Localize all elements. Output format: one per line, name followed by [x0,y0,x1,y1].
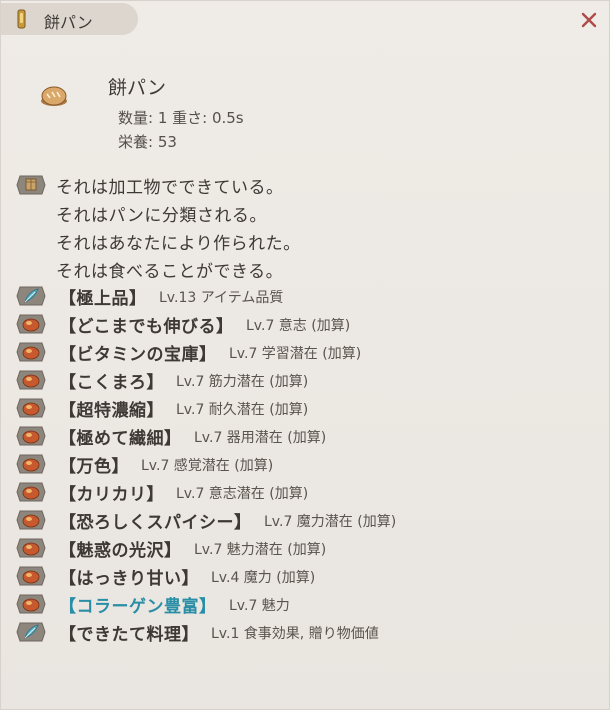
enchant-detail: Lv.1 食事効果, 贈り物価値 [211,626,379,642]
enchant-name: 【はっきり甘い】 [59,569,199,589]
enchant-name: 【極上品】 [59,289,147,309]
cooked-food-icon [16,594,46,614]
enchant-detail: Lv.7 感覚潜在 (加算) [141,458,274,474]
enchant-name: 【コラーゲン豊富】 [59,597,217,617]
enchant-detail: Lv.7 魔力潜在 (加算) [264,514,397,530]
description-line: それは食べることができる。 [56,262,284,282]
cooked-food-icon [16,342,46,362]
enchant-detail: Lv.7 魅力 [229,598,290,614]
feather-icon [16,286,46,306]
close-button[interactable] [578,9,600,31]
item-name: 餅パン [108,77,166,99]
feather-icon [16,622,46,642]
item-nutrition: 栄養: 53 [118,133,177,151]
item-quantity-weight: 数量: 1 重さ: 0.5s [118,109,244,127]
enchant-detail: Lv.7 学習潜在 (加算) [229,346,362,362]
enchant-detail: Lv.4 魔力 (加算) [211,570,316,586]
cooked-food-icon [16,566,46,586]
bread-icon [41,86,67,106]
cooked-food-icon [16,314,46,334]
enchant-detail: Lv.7 魅力潜在 (加算) [194,542,327,558]
enchant-detail: Lv.7 意志潜在 (加算) [176,486,309,502]
description-line: それは加工物でできている。 [56,178,284,198]
description-line: それはパンに分類される。 [56,206,267,226]
enchant-name: 【魅惑の光沢】 [59,541,182,561]
enchant-name: 【恐ろしくスパイシー】 [59,513,252,533]
enchant-name: 【ビタミンの宝庫】 [59,345,217,365]
enchant-name: 【超特濃縮】 [59,401,164,421]
window-title-tab: 餅パン [0,3,138,35]
enchant-name: 【カリカリ】 [59,485,164,505]
enchant-name: 【万色】 [59,457,129,477]
enchant-detail: Lv.7 筋力潜在 (加算) [176,374,309,390]
description-line: それはあなたにより作られた。 [56,234,301,254]
enchant-name: 【極めて繊細】 [59,429,182,449]
crate-icon [16,175,46,195]
enchant-name: 【どこまでも伸びる】 [59,317,234,337]
gem-icon [17,9,26,29]
enchant-name: 【こくまろ】 [59,373,164,393]
cooked-food-icon [16,398,46,418]
cooked-food-icon [16,426,46,446]
close-icon [581,12,597,28]
enchant-detail: Lv.7 意志 (加算) [246,318,351,334]
enchant-detail: Lv.7 耐久潜在 (加算) [176,402,309,418]
window-title: 餅パン [44,13,93,32]
cooked-food-icon [16,370,46,390]
cooked-food-icon [16,510,46,530]
enchant-name: 【できたて料理】 [59,625,199,645]
cooked-food-icon [16,538,46,558]
enchant-detail: Lv.13 アイテム品質 [159,290,284,306]
cooked-food-icon [16,454,46,474]
cooked-food-icon [16,482,46,502]
item-info-window: 餅パン 餅パン 数量: 1 重さ: 0.5s 栄養: 53 それは加工物でできて… [0,0,610,710]
enchant-detail: Lv.7 器用潜在 (加算) [194,430,327,446]
